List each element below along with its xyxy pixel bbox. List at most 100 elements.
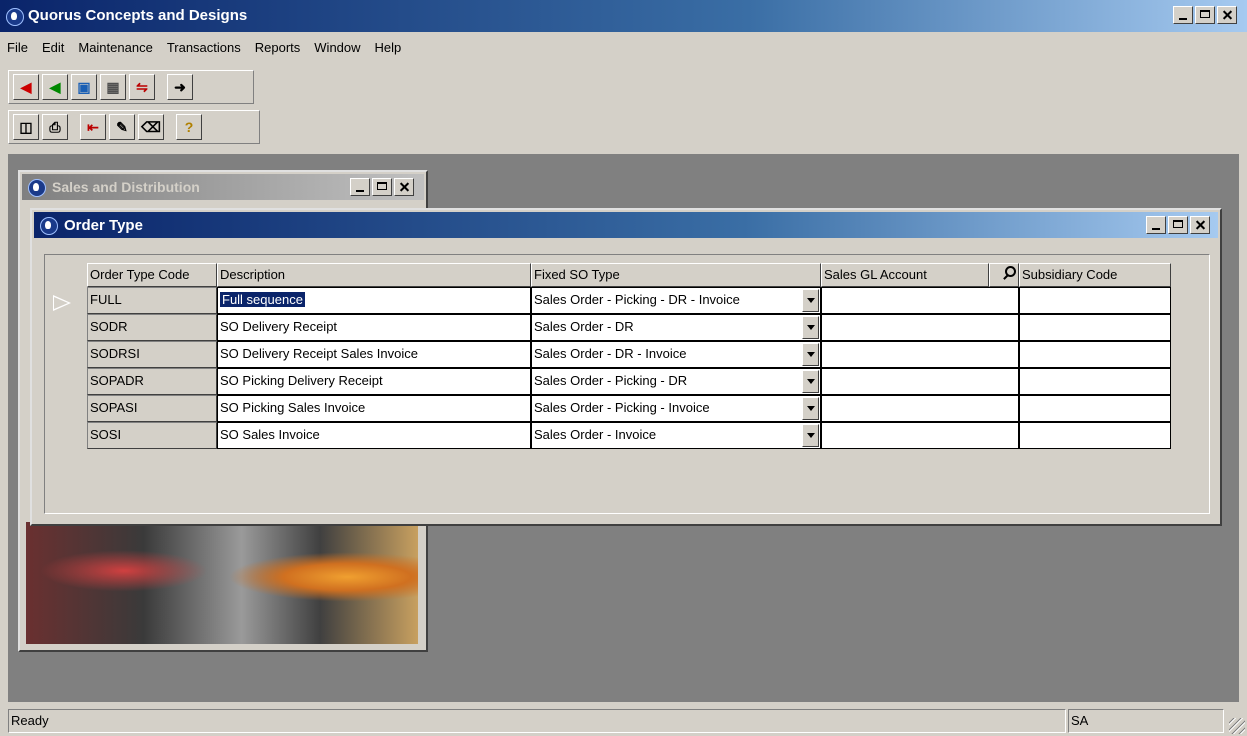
chevron-down-icon[interactable] [802,316,819,339]
maximize-button[interactable] [1168,216,1188,234]
cell-subsidiary-code[interactable] [1019,368,1171,395]
order-type-title: Order Type [64,217,143,234]
cell-fixed-so-type[interactable]: Sales Order - Invoice [531,422,821,449]
cell-order-type-code[interactable]: FULL [87,287,217,314]
cell-subsidiary-code[interactable] [1019,341,1171,368]
cell-subsidiary-code[interactable] [1019,287,1171,314]
table-row[interactable]: SODRSI SO Delivery Receipt Sales Invoice… [87,341,1171,368]
maximize-button[interactable] [1195,6,1215,24]
minimize-button[interactable] [1173,6,1193,24]
status-user: SA [1068,709,1224,733]
chevron-down-icon[interactable] [802,289,819,312]
cell-order-type-code[interactable]: SODR [87,314,217,341]
cell-fixed-so-type[interactable]: Sales Order - DR [531,314,821,341]
module-icon[interactable]: ▣ [71,74,97,100]
combo-value: Sales Order - Picking - Invoice [534,400,710,415]
cell-description[interactable]: SO Delivery Receipt Sales Invoice [217,341,531,368]
menu-help[interactable]: Help [368,36,409,58]
import-icon[interactable]: ⇤ [80,114,106,140]
notes-icon[interactable]: ✎ [109,114,135,140]
menu-edit[interactable]: Edit [35,36,71,58]
current-row-indicator-icon [53,295,71,311]
cell-subsidiary-code[interactable] [1019,314,1171,341]
minimize-button[interactable] [350,178,370,196]
combo-value: Sales Order - Picking - DR - Invoice [534,292,740,307]
cell-order-type-code[interactable]: SOPADR [87,368,217,395]
cell-description[interactable]: SO Sales Invoice [217,422,531,449]
close-button[interactable] [1190,216,1210,234]
header-order-type-code[interactable]: Order Type Code [87,263,217,287]
cell-sales-gl-account[interactable] [821,314,1019,341]
chevron-down-icon[interactable] [802,343,819,366]
status-text: Ready [8,709,1066,733]
back-arrow-icon[interactable]: ◀ [42,74,68,100]
resize-grip-icon[interactable] [1229,718,1245,734]
selected-text: Full sequence [220,292,305,307]
table-row[interactable]: FULL Full sequence Sales Order - Picking… [87,287,1171,314]
decorative-photo [26,522,418,644]
magnifier-icon [1005,266,1016,277]
child-title-bar[interactable]: Sales and Distribution [22,174,424,200]
table-row[interactable]: SOSI SO Sales Invoice Sales Order - Invo… [87,422,1171,449]
header-description[interactable]: Description [217,263,531,287]
lookup-button[interactable] [989,263,1019,287]
save-icon[interactable]: ◫ [13,114,39,140]
cell-sales-gl-account[interactable] [821,368,1019,395]
cell-order-type-code[interactable]: SOPASI [87,395,217,422]
cell-description[interactable]: SO Picking Sales Invoice [217,395,531,422]
app-logo-icon [6,8,24,26]
menu-file[interactable]: File [0,36,35,58]
toolbar-actions: ◫ ⎙ ⇤ ✎ ⌫ ? [8,110,260,144]
table-row[interactable]: SOPADR SO Picking Delivery Receipt Sales… [87,368,1171,395]
header-fixed-so-type[interactable]: Fixed SO Type [531,263,821,287]
table-row[interactable]: SODR SO Delivery Receipt Sales Order - D… [87,314,1171,341]
print-icon[interactable]: ⎙ [42,114,68,140]
maximize-button[interactable] [372,178,392,196]
cell-fixed-so-type[interactable]: Sales Order - DR - Invoice [531,341,821,368]
combo-value: Sales Order - Picking - DR [534,373,688,388]
close-button[interactable] [394,178,414,196]
order-type-window[interactable]: Order Type Order Type Code Description F… [30,208,1222,526]
close-button[interactable] [1217,6,1237,24]
order-type-grid: Order Type Code Description Fixed SO Typ… [87,263,1171,449]
eraser-icon[interactable]: ⌫ [138,114,164,140]
cell-order-type-code[interactable]: SOSI [87,422,217,449]
status-bar: Ready SA [0,707,1247,736]
order-type-title-bar[interactable]: Order Type [34,212,1218,238]
cell-subsidiary-code[interactable] [1019,422,1171,449]
app-logo-icon [28,179,46,197]
header-sales-gl-account[interactable]: Sales GL Account [821,263,989,287]
menu-window[interactable]: Window [307,36,367,58]
cell-order-type-code[interactable]: SODRSI [87,341,217,368]
calendar-grid-icon[interactable]: ▦ [100,74,126,100]
exit-door-icon[interactable]: ➜ [167,74,193,100]
chevron-down-icon[interactable] [802,397,819,420]
cell-sales-gl-account[interactable] [821,422,1019,449]
minimize-button[interactable] [1146,216,1166,234]
app-title-bar[interactable]: Quorus Concepts and Designs [0,0,1247,32]
cell-description[interactable]: SO Delivery Receipt [217,314,531,341]
cell-sales-gl-account[interactable] [821,287,1019,314]
chevron-down-icon[interactable] [802,370,819,393]
cell-description[interactable]: SO Picking Delivery Receipt [217,368,531,395]
app-title: Quorus Concepts and Designs [28,7,248,24]
cell-description[interactable]: Full sequence [217,287,531,314]
child-window-controls [350,178,414,196]
transfer-icon[interactable]: ⇋ [129,74,155,100]
cell-sales-gl-account[interactable] [821,395,1019,422]
toolbar-navigation: ◀ ◀ ▣ ▦ ⇋ ➜ [8,70,254,104]
menu-reports[interactable]: Reports [248,36,308,58]
help-icon[interactable]: ? [176,114,202,140]
header-subsidiary-code[interactable]: Subsidiary Code [1019,263,1171,287]
back-arrow-icon[interactable]: ◀ [13,74,39,100]
menu-transactions[interactable]: Transactions [160,36,248,58]
cell-subsidiary-code[interactable] [1019,395,1171,422]
cell-fixed-so-type[interactable]: Sales Order - Picking - DR - Invoice [531,287,821,314]
combo-value: Sales Order - Invoice [534,427,657,442]
chevron-down-icon[interactable] [802,424,819,447]
cell-fixed-so-type[interactable]: Sales Order - Picking - DR [531,368,821,395]
menu-maintenance[interactable]: Maintenance [71,36,159,58]
table-row[interactable]: SOPASI SO Picking Sales Invoice Sales Or… [87,395,1171,422]
cell-fixed-so-type[interactable]: Sales Order - Picking - Invoice [531,395,821,422]
cell-sales-gl-account[interactable] [821,341,1019,368]
